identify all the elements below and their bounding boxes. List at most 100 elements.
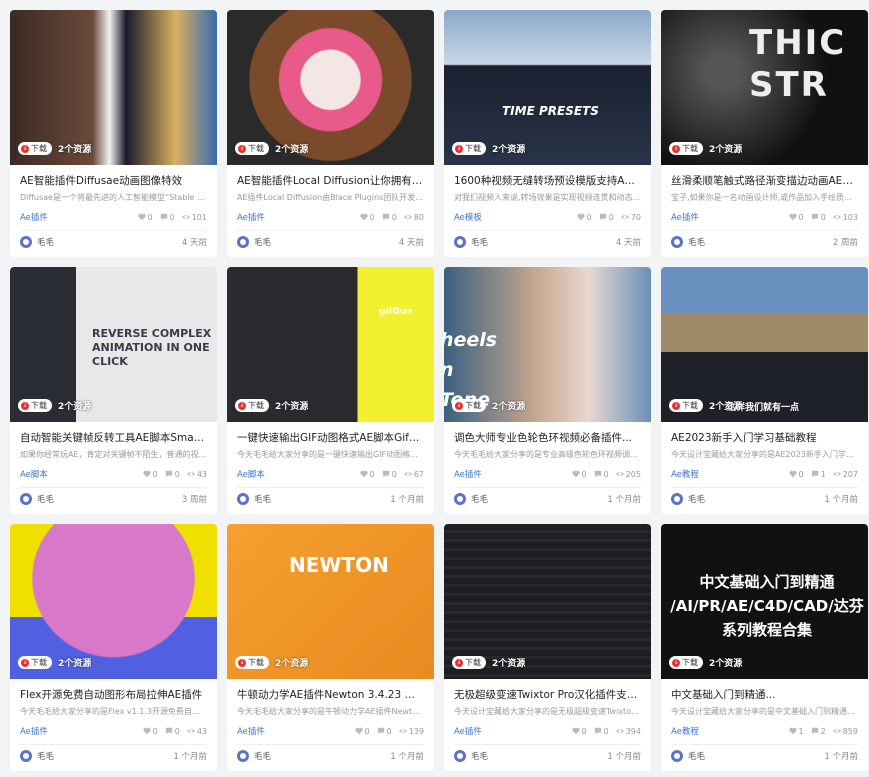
resource-card[interactable]: ↓ 下载 2个资源 AE智能插件Diffusae动画图像特效 Diffusae是一… — [10, 10, 217, 257]
download-badge[interactable]: ↓ 下载 — [235, 142, 269, 155]
card-divider — [20, 744, 207, 745]
resource-card[interactable]: heels n Tone ↓下载 2个资源 调色大师专业色轮色环视频必备插件..… — [444, 267, 651, 514]
card-thumbnail[interactable]: heels n Tone ↓下载 2个资源 — [444, 267, 651, 422]
download-badge[interactable]: ↓ 下载 — [235, 656, 269, 669]
category-tag[interactable]: Ae插件 — [20, 211, 48, 223]
card-title[interactable]: AE智能插件Diffusae动画图像特效 — [10, 174, 217, 188]
card-thumbnail[interactable]: NEWTON ↓ 下载 2个资源 — [227, 524, 434, 679]
card-thumbnail[interactable]: ↓ 下载 2个资源 — [10, 10, 217, 165]
category-tag[interactable]: Ae插件 — [671, 211, 699, 223]
download-badge[interactable]: ↓ 下载 — [18, 399, 52, 412]
card-title[interactable]: AE智能插件Local Diffusion让你拥有24... — [227, 174, 434, 188]
download-label: 下载 — [465, 401, 481, 410]
likes-count: 0 — [586, 212, 592, 222]
card-thumbnail[interactable]: TIME PRESETS ↓ 下载 2个资源 — [444, 10, 651, 165]
download-badge[interactable]: ↓ 下载 — [18, 656, 52, 669]
download-badge[interactable]: ↓ 下载 — [452, 399, 486, 412]
card-title[interactable]: 一键快速输出GIF动图格式AE脚本GifGun — [227, 431, 434, 445]
resource-card[interactable]: THIC STR ↓ 下载 2个资源 丝滑柔顺笔触式路径渐变描边动画AE插... … — [661, 10, 868, 257]
download-icon: ↓ — [21, 144, 29, 153]
thumbnail-text: NEWTON — [289, 553, 389, 577]
card-thumbnail[interactable]: REVERSE COMPLEX ANIMATION IN ONE CLICK ↓… — [10, 267, 217, 422]
author[interactable]: 毛毛 — [454, 236, 488, 248]
category-tag[interactable]: Ae脚本 — [20, 468, 48, 480]
card-title[interactable]: 调色大师专业色轮色环视频必备插件... — [444, 431, 651, 445]
download-badge[interactable]: ↓ 下载 — [452, 142, 486, 155]
card-thumbnail[interactable]: gifGun ↓ 下载 2个资源 — [227, 267, 434, 422]
author[interactable]: 毛毛 — [20, 750, 54, 762]
download-badge[interactable]: ↓ 下载 — [669, 142, 703, 155]
thumbnail-badges: ↓ 下载 2个资源 — [669, 142, 742, 155]
resource-card[interactable]: REVERSE COMPLEX ANIMATION IN ONE CLICK ↓… — [10, 267, 217, 514]
avatar — [20, 493, 32, 505]
category-tag[interactable]: Ae插件 — [454, 725, 482, 737]
resource-count: 2个资源 — [58, 145, 92, 155]
card-title[interactable]: 无极超级变速Twixtor Pro汉化插件支持... — [444, 688, 651, 702]
resource-card[interactable]: ↓ 下载 2个资源 无极超级变速Twixtor Pro汉化插件支持... 今天设计… — [444, 524, 651, 771]
comments-stat: 1 — [811, 470, 826, 479]
category-tag[interactable]: Ae插件 — [20, 725, 48, 737]
likes-count: 0 — [364, 726, 370, 736]
views-stat: 101 — [181, 213, 207, 222]
category-tag[interactable]: Ae模板 — [454, 211, 482, 223]
card-thumbnail[interactable]: ↓ 下载 2个资源 — [227, 10, 434, 165]
download-badge[interactable]: ↓ 下载 — [18, 142, 52, 155]
resource-card[interactable]: ↓ 下载 2个资源 AE智能插件Local Diffusion让你拥有24... … — [227, 10, 434, 257]
author[interactable]: 毛毛 — [20, 493, 54, 505]
card-divider — [671, 487, 858, 488]
card-title[interactable]: 丝滑柔顺笔触式路径渐变描边动画AE插... — [661, 174, 868, 188]
views-count: 43 — [196, 726, 207, 736]
resource-card[interactable]: gifGun ↓ 下载 2个资源 一键快速输出GIF动图格式AE脚本GifGun … — [227, 267, 434, 514]
download-badge[interactable]: ↓ 下载 — [669, 399, 703, 412]
resource-card[interactable]: 中文基础入门到精通 /AI/PR/AE/C4D/CAD/达芬 系列教程合集 ↓ 下… — [661, 524, 868, 771]
download-label: 下载 — [31, 144, 47, 153]
card-description: 宝子,如果你是一名动画设计师,或作品加入手绘质... — [671, 193, 852, 202]
card-thumbnail[interactable]: ↓ 下载 2个资源 — [444, 524, 651, 679]
author[interactable]: 毛毛 — [237, 750, 271, 762]
resource-card[interactable]: TIME PRESETS ↓ 下载 2个资源 1600种视频无缝转场预设模版支持A… — [444, 10, 651, 257]
author[interactable]: 毛毛 — [20, 236, 54, 248]
author[interactable]: 毛毛 — [671, 236, 705, 248]
download-badge[interactable]: ↓ 下载 — [669, 656, 703, 669]
category-tag[interactable]: Ae插件 — [454, 468, 482, 480]
author[interactable]: 毛毛 — [671, 750, 705, 762]
card-title[interactable]: Flex开源免费自动图形布局拉伸AE插件 — [10, 688, 217, 702]
comments-count: 0 — [386, 726, 392, 736]
card-thumbnail[interactable]: 中文基础入门到精通 /AI/PR/AE/C4D/CAD/达芬 系列教程合集 ↓ 下… — [661, 524, 868, 679]
card-title[interactable]: 牛顿动力学AE插件Newton 3.4.23 中文... — [227, 688, 434, 702]
author-name: 毛毛 — [471, 495, 489, 505]
author[interactable]: 毛毛 — [237, 493, 271, 505]
resource-card[interactable]: 这样我们就有一点 ↓ 下载 2个资源 AE2023新手入门学习基础教程 今天设计宝… — [661, 267, 868, 514]
views-stat: 207 — [832, 470, 858, 479]
author[interactable]: 毛毛 — [454, 750, 488, 762]
download-badge[interactable]: ↓ 下载 — [235, 399, 269, 412]
category-tag[interactable]: Ae插件 — [237, 725, 265, 737]
card-title[interactable]: 1600种视频无缝转场预设模版支持AE和... — [444, 174, 651, 188]
resource-card[interactable]: NEWTON ↓ 下载 2个资源 牛顿动力学AE插件Newton 3.4.23 中… — [227, 524, 434, 771]
post-time: 1 个月前 — [173, 752, 207, 762]
card-footer: 毛毛 4 天前 — [454, 234, 641, 250]
likes-count: 0 — [581, 469, 587, 479]
author[interactable]: 毛毛 — [671, 493, 705, 505]
card-footer: 毛毛 4 天前 — [237, 234, 424, 250]
card-description: 今天毛毛给大家分享的是一键快速输出GIF动图格... — [237, 450, 418, 459]
card-thumbnail[interactable]: 这样我们就有一点 ↓ 下载 2个资源 — [661, 267, 868, 422]
card-thumbnail[interactable]: ↓ 下载 2个资源 — [10, 524, 217, 679]
author[interactable]: 毛毛 — [237, 236, 271, 248]
card-title[interactable]: AE2023新手入门学习基础教程 — [661, 431, 868, 445]
author[interactable]: 毛毛 — [454, 493, 488, 505]
category-tag[interactable]: Ae教程 — [671, 468, 699, 480]
category-tag[interactable]: Ae插件 — [237, 211, 265, 223]
card-thumbnail[interactable]: THIC STR ↓ 下载 2个资源 — [661, 10, 868, 165]
card-title[interactable]: 自动智能关键帧反转工具AE脚本Smart... — [10, 431, 217, 445]
category-tag[interactable]: Ae教程 — [671, 725, 699, 737]
download-badge[interactable]: ↓ 下载 — [452, 656, 486, 669]
category-tag[interactable]: Ae脚本 — [237, 468, 265, 480]
resource-card[interactable]: ↓ 下载 2个资源 Flex开源免费自动图形布局拉伸AE插件 今天毛毛给大家分享的… — [10, 524, 217, 771]
card-stats: 0 0 43 — [143, 470, 207, 479]
likes-stat: 0 — [571, 727, 587, 736]
author-name: 毛毛 — [37, 238, 55, 248]
card-title[interactable]: 中文基础入门到精通... — [661, 688, 868, 702]
card-description: 今天设计宝藏给大家分享的是AE2023新手入门学... — [671, 450, 854, 459]
thumbnail-badges: ↓ 下载 2个资源 — [18, 399, 91, 412]
